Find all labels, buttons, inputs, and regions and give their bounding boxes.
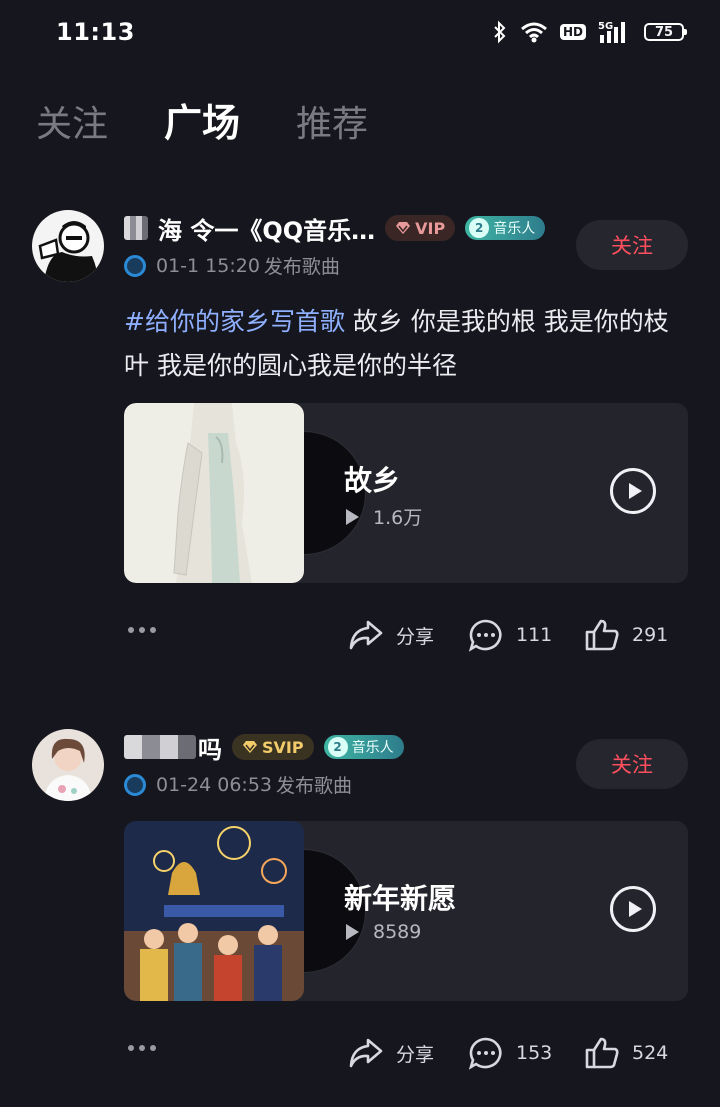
hd-icon: HD [559,24,586,40]
musician-label: 音乐人 [351,740,394,756]
share-icon [349,1038,383,1068]
more-options-icon[interactable] [128,627,156,633]
svg-text:5G: 5G [598,21,613,32]
play-icon [628,901,642,917]
play-count-icon [346,924,359,940]
play-count-value: 1.6万 [373,507,423,529]
avatar[interactable] [32,729,104,801]
play-count-value: 8589 [373,921,422,943]
share-icon [349,620,383,650]
play-icon [628,483,642,499]
tab-square[interactable]: 广场 [164,92,240,147]
username-row: 海 令一《QQ音乐… VIP 2 音乐人 [124,210,546,246]
share-label: 分享 [396,625,435,648]
source-icon [124,773,146,796]
blurred-username [124,735,196,759]
svip-badge[interactable]: SVIP [232,734,314,760]
comment-count: 111 [516,624,553,646]
post-action: 发布歌曲 [276,775,353,797]
musician-level: 2 [327,737,348,757]
like-count: 291 [632,624,669,646]
thumbs-up-icon [585,619,619,651]
musician-badge[interactable]: 2 音乐人 [323,735,404,759]
post-actions: 分享 111 291 [0,613,720,657]
song-card[interactable]: 新年新愿 8589 [124,821,688,1001]
comment-count: 153 [516,1042,553,1064]
song-title: 故乡 [344,464,401,497]
follow-button[interactable]: 关注 [576,739,688,789]
username-row: 吗 SVIP 2 音乐人 [124,729,404,765]
like-count: 524 [632,1042,669,1064]
follow-button[interactable]: 关注 [576,220,688,270]
musician-badge[interactable]: 2 音乐人 [465,216,546,240]
vip-badge[interactable]: VIP [385,215,456,241]
hashtag-link[interactable]: #给你的家乡写首歌 [124,307,345,336]
post-time: 01-24 06:53 [156,773,273,796]
cellular-signal-icon: 5G [598,21,625,43]
post-action: 发布歌曲 [263,256,340,278]
song-card[interactable]: 故乡 1.6万 [124,403,688,583]
play-button[interactable] [610,886,656,932]
diamond-icon [396,222,411,234]
wifi-icon [521,22,547,43]
tab-following[interactable]: 关注 [36,95,108,147]
post-meta: 01-1 15:20 发布歌曲 [124,252,340,279]
tab-recommend[interactable]: 推荐 [296,95,368,147]
play-count: 8589 [346,921,421,943]
vip-badge-label: VIP [415,218,446,238]
diamond-icon [243,741,257,753]
svip-badge-label: SVIP [262,737,304,757]
play-count-icon [346,508,359,525]
post-text: #给你的家乡写首歌 故乡 你是我的根 我是你的枝叶 我是你的圆心我是你的半径 [124,300,684,388]
thumbs-up-icon [585,1037,619,1069]
comment-button[interactable]: 111 [468,613,552,657]
more-options-icon[interactable] [128,1045,156,1051]
post-time: 01-1 15:20 [156,254,260,277]
song-title: 新年新愿 [344,882,457,915]
comment-button[interactable]: 153 [468,1031,552,1075]
avatar[interactable] [32,210,104,282]
battery-icon: 75 [644,23,687,41]
musician-label: 音乐人 [493,221,536,237]
play-button[interactable] [610,468,656,514]
username[interactable]: 海 令一《QQ音乐… [158,211,375,246]
source-icon [124,254,146,277]
song-cover[interactable] [124,821,304,1001]
like-button[interactable]: 524 [584,1031,668,1075]
blurred-username [124,216,148,240]
share-button[interactable]: 分享 [348,613,434,657]
status-time: 11:13 [56,18,135,46]
bluetooth-icon [494,20,506,44]
top-tabs: 关注 广场 推荐 [36,92,368,147]
share-button[interactable]: 分享 [348,1031,434,1075]
battery-level: 75 [654,24,674,40]
post-meta: 01-24 06:53 发布歌曲 [124,771,352,798]
share-label: 分享 [396,1043,435,1066]
status-icons: HD 5G 75 [492,18,687,46]
song-cover[interactable] [124,403,304,583]
play-count: 1.6万 [346,503,422,530]
username[interactable]: 吗 [198,730,222,765]
post-actions: 分享 153 524 [0,1031,720,1075]
status-bar: 11:13 HD 5G 75 [0,0,720,64]
like-button[interactable]: 291 [584,613,668,657]
comment-icon [468,619,502,652]
musician-level: 2 [469,218,490,238]
comment-icon [468,1037,502,1070]
